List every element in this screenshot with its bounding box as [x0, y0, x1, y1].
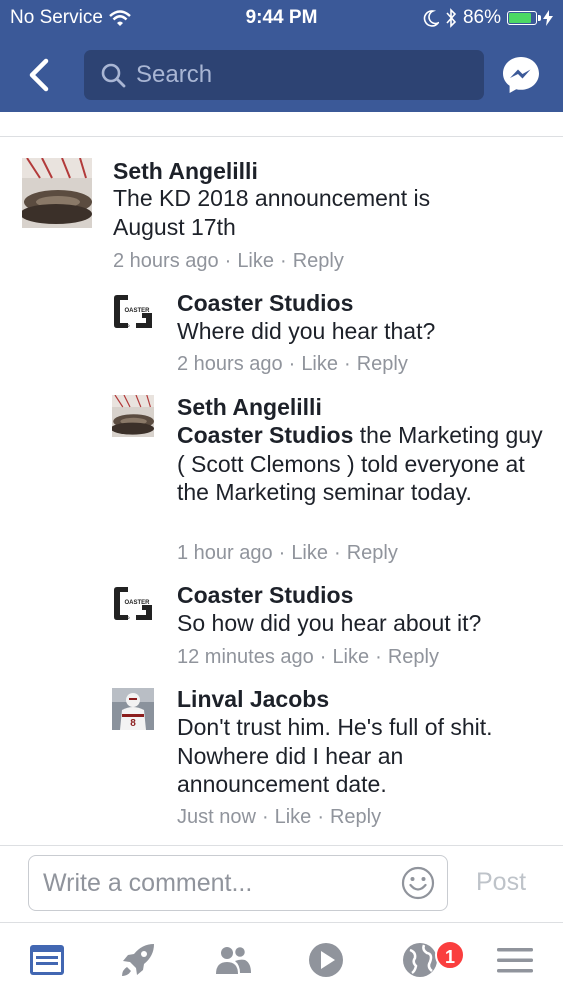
comment-text: So how did you hear about it?	[177, 610, 482, 636]
like-link[interactable]: Like	[291, 542, 328, 564]
reply-link[interactable]: Reply	[388, 646, 439, 668]
comment-text: Coaster Studios the Marketing guy ( Scot…	[177, 421, 547, 507]
status-bar: No Service 9:44 PM 86%	[0, 0, 563, 38]
avatar-coaster-studios[interactable]: OASTER STUDIO	[112, 292, 154, 334]
menu-icon[interactable]	[495, 940, 535, 980]
comment-meta: 12 minutes ago · Like · Reply	[177, 646, 439, 668]
post-button[interactable]: Post	[476, 868, 526, 897]
comment-timestamp: 2 hours ago	[177, 353, 283, 375]
logo-text-top: OASTER	[124, 600, 150, 606]
avatar-seth[interactable]	[112, 395, 154, 437]
status-right: 86%	[423, 7, 553, 29]
mention-link[interactable]: Coaster Studios	[177, 422, 353, 448]
emoji-icon[interactable]	[401, 866, 435, 900]
comment-meta: Just now · Like · Reply	[177, 806, 382, 828]
comment-timestamp: 1 hour ago	[177, 542, 273, 564]
reply-link[interactable]: Reply	[347, 542, 398, 564]
coaster-studios-logo: OASTER STUDIO	[112, 584, 154, 626]
logo-text-top: OASTER	[124, 308, 150, 314]
comment-input[interactable]: Write a comment...	[28, 855, 448, 911]
battery-percent: 86%	[462, 7, 501, 28]
like-link[interactable]: Like	[332, 646, 369, 668]
comment-author[interactable]: Seth Angelilli	[177, 394, 322, 421]
like-link[interactable]: Like	[301, 353, 338, 375]
comment-text: The KD 2018 announcement is August 17th	[113, 185, 431, 240]
reply-link[interactable]: Reply	[293, 250, 344, 272]
comment-author[interactable]: Coaster Studios	[177, 290, 353, 317]
back-chevron-icon[interactable]	[20, 55, 60, 95]
messenger-icon[interactable]	[500, 54, 542, 96]
battery-icon	[507, 11, 541, 25]
comment-meta: 1 hour ago · Like · Reply	[177, 542, 398, 564]
reply-link[interactable]: Reply	[330, 806, 381, 828]
comment-author[interactable]: Coaster Studios	[177, 582, 353, 609]
friends-icon[interactable]	[213, 940, 253, 980]
nav-row: Search	[0, 45, 563, 105]
search-placeholder: Search	[136, 61, 213, 88]
comment-author[interactable]: Seth Angelilli	[113, 158, 258, 185]
avatar-linval-jacobs[interactable]: 8	[112, 688, 154, 730]
rocket-icon[interactable]	[118, 940, 158, 980]
top-bar: No Service 9:44 PM 86% Search	[0, 0, 563, 112]
search-bar[interactable]: Search	[84, 50, 484, 100]
comment-text: Don't trust him. He's full of shit. Nowh…	[177, 714, 493, 797]
globe-notifications-icon[interactable]	[400, 940, 440, 980]
comment-input-placeholder: Write a comment...	[43, 869, 253, 897]
jersey-number: 8	[130, 718, 136, 729]
logo-text-bottom: STUDIO	[114, 323, 129, 328]
comment-timestamp: 12 minutes ago	[177, 646, 314, 668]
like-link[interactable]: Like	[237, 250, 274, 272]
comment-author[interactable]: Linval Jacobs	[177, 686, 329, 713]
divider	[0, 922, 563, 923]
search-icon	[101, 63, 126, 88]
avatar-coaster-studios[interactable]: OASTER STUDIO	[112, 584, 154, 626]
reply-link[interactable]: Reply	[357, 353, 408, 375]
coaster-studios-logo: OASTER STUDIO	[112, 292, 154, 334]
divider	[0, 845, 563, 846]
like-link[interactable]: Like	[275, 806, 312, 828]
moon-icon	[423, 10, 439, 27]
charging-bolt-icon	[543, 10, 553, 26]
avatar-photo	[112, 395, 154, 437]
avatar-photo: 8	[112, 688, 154, 730]
comment-meta: 2 hours ago · Like · Reply	[177, 353, 408, 375]
notification-badge: 1	[435, 940, 465, 970]
news-feed-icon[interactable]	[27, 940, 67, 980]
comment-meta: 2 hours ago · Like · Reply	[113, 250, 344, 272]
bluetooth-icon	[446, 8, 457, 28]
comment-timestamp: 2 hours ago	[113, 250, 219, 272]
video-icon[interactable]	[306, 940, 346, 980]
avatar-seth[interactable]	[22, 158, 92, 228]
divider	[0, 136, 563, 137]
battery-fill	[509, 13, 532, 23]
logo-text-bottom: STUDIO	[114, 615, 129, 620]
comment-timestamp: Just now	[177, 806, 256, 828]
comment-text: Where did you hear that?	[177, 318, 436, 344]
avatar-photo	[22, 158, 92, 228]
